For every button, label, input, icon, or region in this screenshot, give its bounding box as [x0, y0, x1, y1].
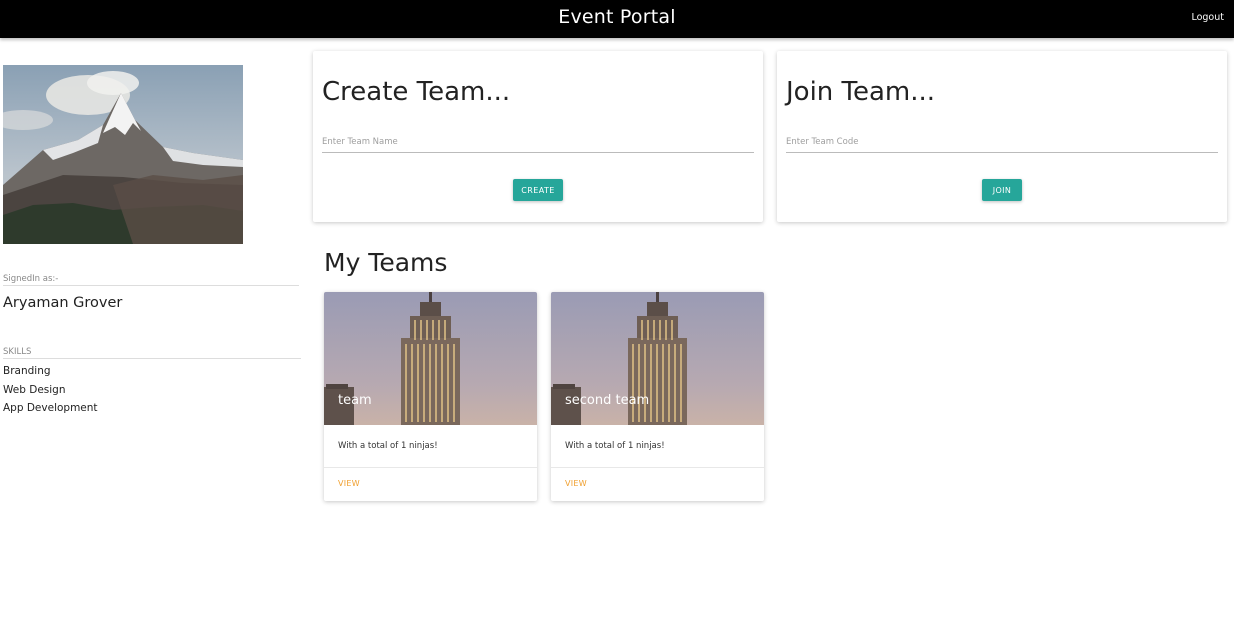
my-teams-title: My Teams [324, 248, 448, 277]
signed-in-label: SignedIn as:- [3, 274, 59, 284]
app-title: Event Portal [558, 6, 676, 28]
team-image: second team [551, 292, 764, 425]
team-image: team [324, 292, 537, 425]
team-name-input[interactable] [322, 131, 754, 153]
team-name: team [338, 393, 372, 408]
user-name: Aryaman Grover [3, 295, 123, 311]
team-description: With a total of 1 ninjas! [565, 441, 665, 451]
create-button[interactable]: CREATE [513, 179, 563, 201]
logout-link[interactable]: Logout [1191, 12, 1224, 23]
skill-item: Branding [3, 365, 51, 377]
team-card: team With a total of 1 ninjas! VIEW [324, 292, 537, 501]
profile-image [3, 65, 243, 244]
skills-list: Branding Web Design App Development [3, 364, 98, 420]
view-team-link[interactable]: VIEW [565, 479, 587, 488]
skills-label: SKILLS [3, 347, 32, 357]
skill-item: App Development [3, 402, 98, 414]
create-team-card: Create Team... CREATE [313, 51, 763, 222]
skill-item: Web Design [3, 383, 66, 396]
team-card: second team With a total of 1 ninjas! VI… [551, 292, 764, 501]
join-button[interactable]: JOIN [982, 179, 1022, 201]
team-description: With a total of 1 ninjas! [338, 441, 438, 451]
join-team-card: Join Team... JOIN [777, 51, 1227, 222]
divider [551, 467, 764, 468]
view-team-link[interactable]: VIEW [338, 479, 360, 488]
divider [3, 285, 299, 286]
team-code-input[interactable] [786, 131, 1218, 153]
divider [324, 467, 537, 468]
divider [3, 358, 301, 359]
create-team-title: Create Team... [322, 77, 511, 107]
navbar: Event Portal Logout [0, 0, 1234, 38]
join-team-title: Join Team... [786, 77, 936, 107]
team-name: second team [565, 393, 650, 408]
